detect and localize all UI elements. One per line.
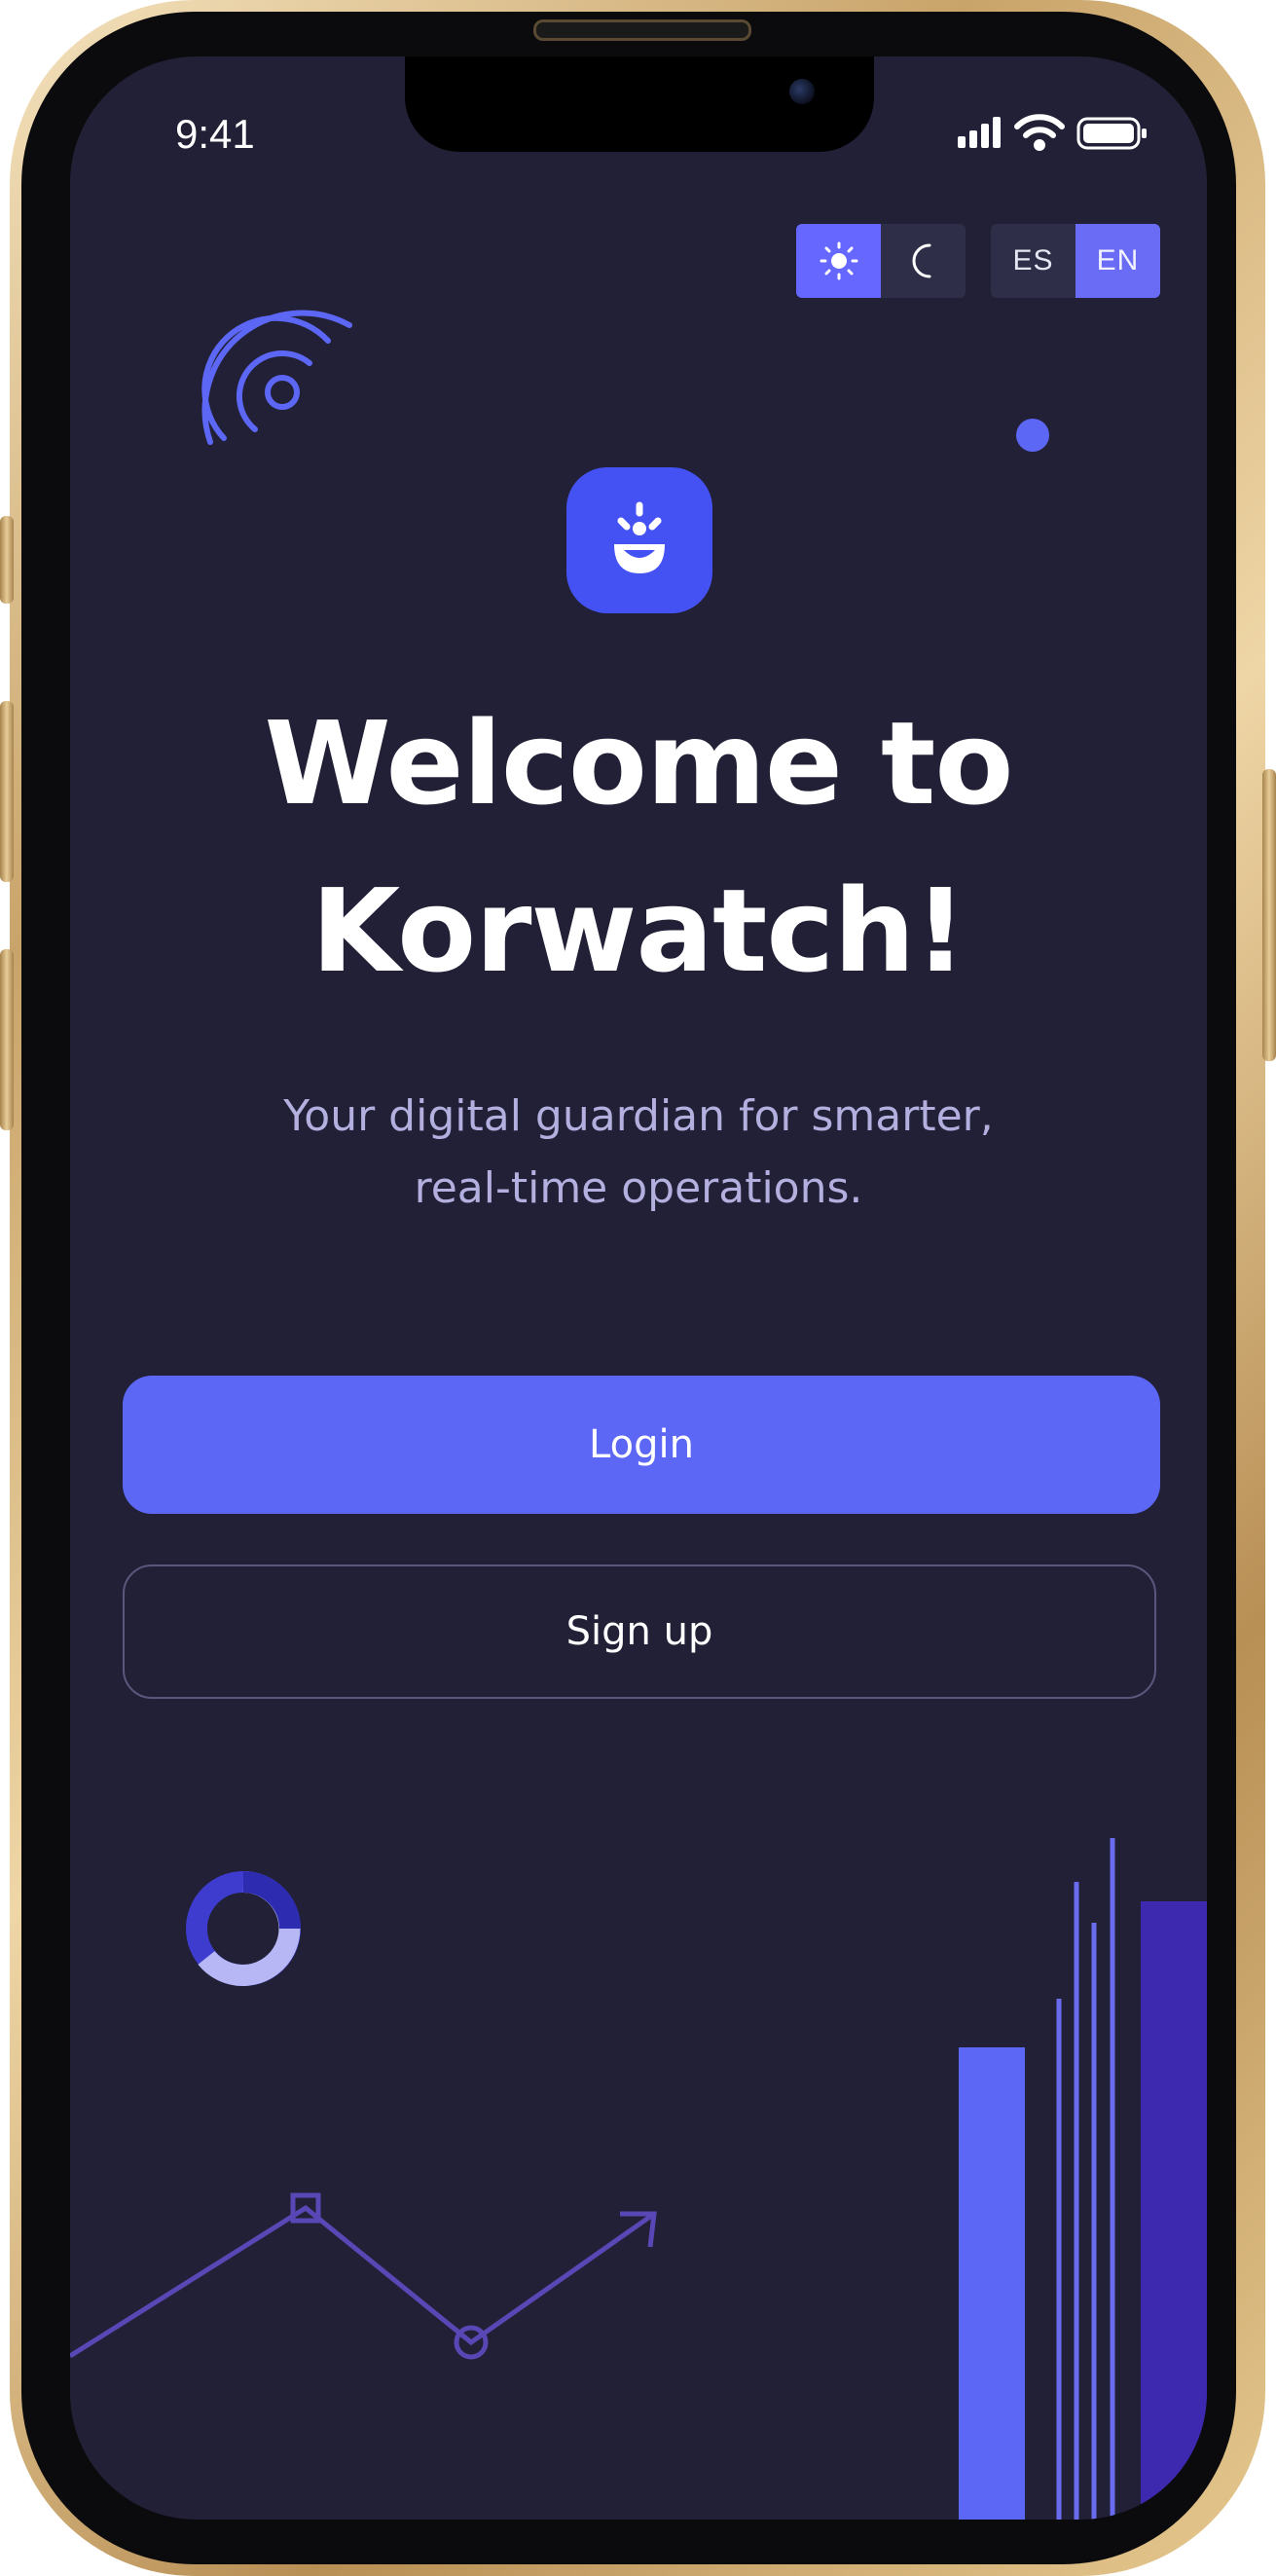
language-en-button[interactable]: EN	[1075, 224, 1160, 298]
decorative-dot	[1016, 419, 1049, 452]
app-screen: 9:41 ES EN Welcome to Korwatch! Your dig…	[70, 56, 1207, 2520]
dark-mode-button[interactable]	[881, 224, 966, 298]
moon-icon	[912, 243, 930, 278]
welcome-subtitle-line1: Your digital guardian for smarter,	[283, 1091, 994, 1141]
light-mode-button[interactable]	[796, 224, 881, 298]
cellular-signal-icon	[958, 117, 1001, 148]
signal-waves-icon	[201, 310, 352, 445]
trend-line-decoration	[70, 2192, 657, 2360]
status-icons	[958, 114, 1147, 151]
welcome-title-line2: Korwatch!	[310, 864, 966, 998]
sun-icon	[820, 241, 857, 280]
status-time: 9:41	[175, 111, 255, 157]
donut-chart-icon	[186, 1871, 301, 1986]
welcome-subtitle-line2: real-time operations.	[414, 1163, 863, 1213]
power-button	[1262, 769, 1276, 1061]
volume-up-button	[0, 701, 14, 882]
front-camera	[789, 79, 815, 104]
welcome-title: Welcome to Korwatch!	[128, 680, 1148, 1014]
login-button[interactable]: Login	[123, 1376, 1160, 1514]
welcome-title-line1: Welcome to	[264, 696, 1014, 830]
welcome-subtitle: Your digital guardian for smarter, real-…	[167, 1081, 1110, 1225]
wifi-icon	[1014, 114, 1065, 151]
app-logo	[566, 467, 712, 613]
theme-toggle	[796, 224, 966, 298]
signup-button[interactable]: Sign up	[123, 1564, 1156, 1699]
smile-logo-icon	[614, 501, 665, 573]
volume-down-button	[0, 949, 14, 1130]
bar-chart-decoration	[959, 1838, 1207, 2520]
camera-notch	[405, 56, 874, 152]
silent-switch	[0, 516, 14, 604]
earpiece-speaker	[533, 19, 751, 41]
page: 9:41 ES EN Welcome to Korwatch! Your dig…	[0, 0, 1276, 2576]
language-toggle: ES EN	[991, 224, 1160, 298]
battery-icon	[1076, 117, 1147, 150]
language-es-button[interactable]: ES	[991, 224, 1075, 298]
decoration-layer	[70, 310, 1207, 2520]
